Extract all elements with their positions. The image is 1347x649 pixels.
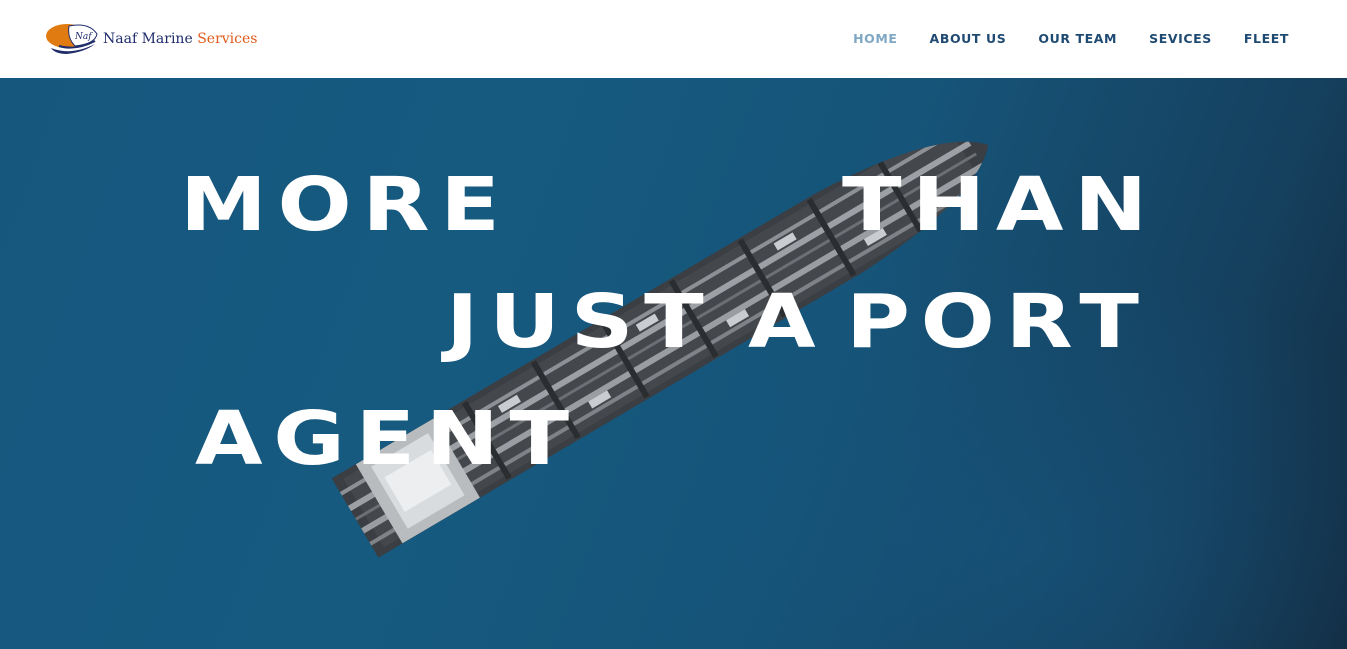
hero-word-just: JUST xyxy=(446,279,715,365)
logo-monogram: Naf xyxy=(74,32,93,42)
site-header: Naf Naaf Marine Services HOME ABOUT US O… xyxy=(0,0,1347,78)
brand-name-accent: Services xyxy=(197,31,258,47)
nav-services[interactable]: SEVICES xyxy=(1149,31,1212,46)
brand-name: Naaf Marine Services xyxy=(103,31,257,47)
main-nav: HOME ABOUT US OUR TEAM SEVICES FLEET xyxy=(853,31,1289,46)
brand-name-main: Naaf Marine xyxy=(103,31,193,47)
hero-word-agent: AGENT xyxy=(195,396,580,482)
hero-word-than: THAN xyxy=(842,162,1158,248)
hero-word-a: A xyxy=(748,279,827,365)
brand-logo[interactable]: Naf Naaf Marine Services xyxy=(45,22,257,56)
nav-about-us[interactable]: ABOUT US xyxy=(930,31,1007,46)
nav-fleet[interactable]: FLEET xyxy=(1244,31,1289,46)
hero-word-port: PORT xyxy=(846,279,1150,365)
hero-word-more: MORE xyxy=(180,162,511,248)
hero-section: MORE THAN JUST A PORT AGENT xyxy=(0,78,1347,649)
nav-our-team[interactable]: OUR TEAM xyxy=(1038,31,1117,46)
nav-home[interactable]: HOME xyxy=(853,31,897,46)
logo-wave-icon: Naf xyxy=(46,24,98,54)
